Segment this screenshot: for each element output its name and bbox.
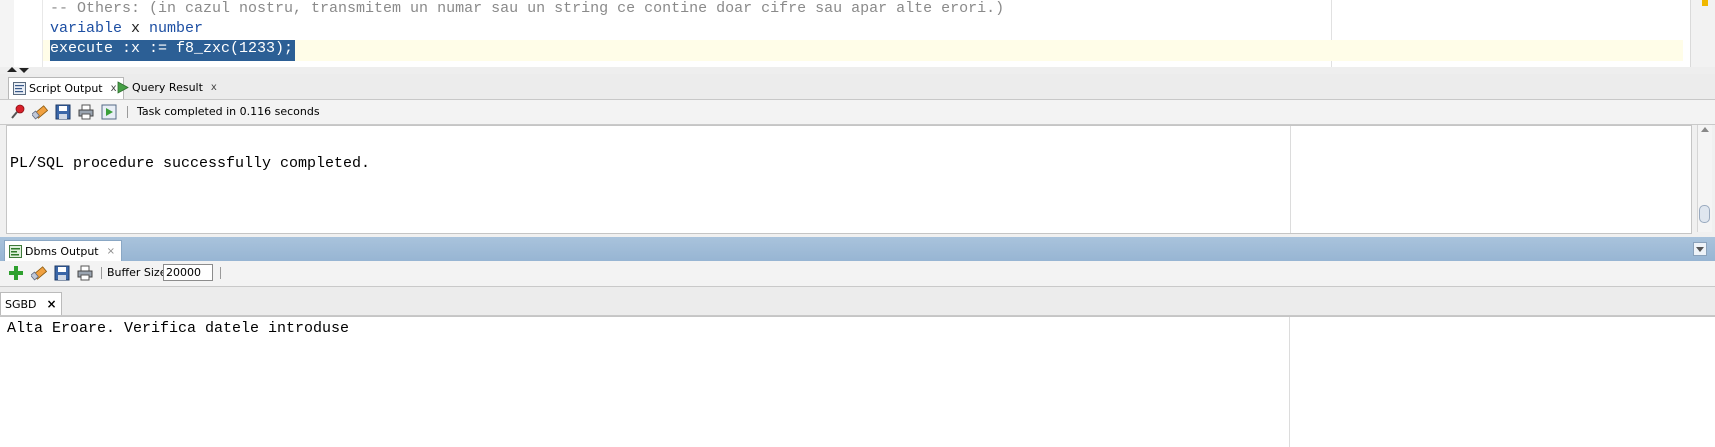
expand-down-icon[interactable]: [19, 68, 29, 73]
panel-splitter[interactable]: [0, 67, 1715, 74]
close-icon[interactable]: ×: [47, 297, 57, 311]
output-right-margin: [1290, 126, 1291, 233]
connection-tab-bar: SGBD ×: [0, 287, 1715, 316]
scroll-marker: [1702, 0, 1708, 6]
save-icon[interactable]: [54, 265, 70, 281]
output-right-margin: [1289, 317, 1290, 447]
run-triangle-icon: [117, 81, 129, 94]
tab-script-output-label: Script Output: [29, 82, 103, 95]
buffer-size-label: Buffer Size:: [107, 266, 171, 279]
toolbar-separator: [127, 106, 128, 118]
eraser-icon[interactable]: [31, 265, 47, 281]
pin-icon[interactable]: [10, 104, 26, 120]
script-output-text: PL/SQL procedure successfully completed.: [10, 155, 371, 172]
scroll-up-icon[interactable]: [1701, 127, 1709, 132]
dbms-output-toolbar: Buffer Size:: [0, 261, 1715, 287]
toolbar-separator: [220, 267, 221, 279]
code-line-execute-selected[interactable]: execute :x := f8_zxc(1233);: [50, 40, 296, 61]
tab-connection-sgbd[interactable]: SGBD ×: [0, 292, 62, 315]
connection-tab-label: SGBD: [5, 297, 37, 311]
code-line-comment[interactable]: -- Others: (in cazul nostru, transmitem …: [50, 0, 1004, 19]
tab-dbms-output-label: Dbms Output: [25, 245, 99, 258]
dbms-output-panel[interactable]: Alta Eroare. Verifica datele introduse: [0, 316, 1715, 447]
dbms-output-icon: [9, 245, 22, 258]
close-icon[interactable]: ×: [107, 241, 115, 262]
tab-query-result[interactable]: Query Result x: [112, 77, 223, 98]
save-icon[interactable]: [55, 104, 71, 120]
chevron-down-icon: [1696, 247, 1704, 252]
script-output-panel[interactable]: PL/SQL procedure successfully completed.: [6, 125, 1692, 234]
print-icon[interactable]: [77, 265, 93, 281]
tab-script-output[interactable]: Script Output x: [8, 77, 124, 99]
script-output-icon: [13, 82, 26, 95]
eraser-icon[interactable]: [32, 104, 48, 120]
scroll-thumb[interactable]: [1699, 205, 1710, 223]
code-line-variable[interactable]: variable x number: [50, 18, 203, 39]
line-number-gutter: [14, 0, 43, 67]
dbms-output-header: Dbms Output ×: [0, 237, 1715, 262]
editor-gutter: [0, 0, 15, 67]
close-icon[interactable]: x: [211, 77, 217, 98]
print-icon[interactable]: [78, 104, 94, 120]
tab-dbms-output[interactable]: Dbms Output ×: [4, 240, 122, 262]
output-tab-bar: Script Output x Query Result x: [0, 74, 1715, 100]
variable-name: x: [122, 20, 150, 37]
task-status-text: Task completed in 0.116 seconds: [137, 105, 320, 118]
add-connection-icon[interactable]: [8, 265, 24, 281]
collapse-up-icon[interactable]: [7, 67, 17, 72]
toolbar-separator: [101, 267, 102, 279]
script-output-scrollbar[interactable]: [1697, 125, 1712, 232]
sql-editor[interactable]: -- Others: (in cazul nostru, transmitem …: [0, 0, 1715, 67]
script-output-toolbar: Task completed in 0.116 seconds: [0, 100, 1715, 125]
tab-query-result-label: Query Result: [132, 81, 203, 94]
buffer-size-input[interactable]: [163, 264, 213, 281]
run-script-icon[interactable]: [101, 104, 117, 120]
dbms-output-text: Alta Eroare. Verifica datele introduse: [7, 320, 350, 337]
keyword-number: number: [149, 20, 204, 37]
editor-vertical-scrollbar[interactable]: [1690, 0, 1715, 67]
minimize-panel-button[interactable]: [1693, 242, 1707, 256]
keyword-variable: variable: [50, 20, 123, 37]
